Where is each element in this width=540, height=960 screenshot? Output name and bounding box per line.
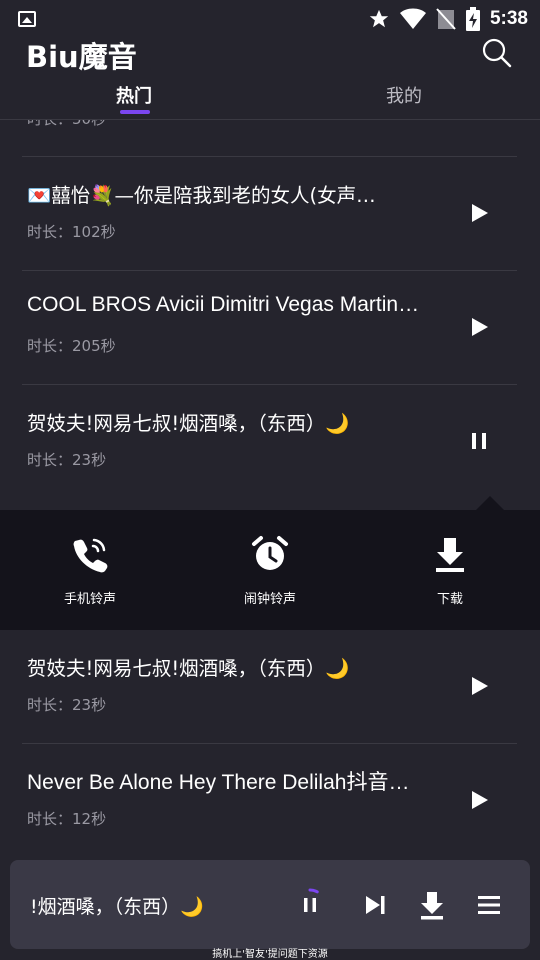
tab-indicator — [120, 110, 150, 114]
ringtone-list[interactable]: 时长：50秒 💌囍怡💐—你是陪我到老的女人(女声… 时长：102秒 COOL B… — [0, 120, 540, 860]
item-duration: 时长：102秒 — [27, 223, 116, 241]
tab-hot[interactable]: 热门 — [116, 82, 152, 108]
clock: 5:38 — [489, 8, 528, 29]
popup-caret — [476, 496, 504, 510]
list-item[interactable]: Never Be Alone Hey There Delilah抖音… 时长：1… — [22, 744, 517, 858]
item-duration: 时长：23秒 — [27, 696, 107, 714]
app-bar: Biu魔音 热门 我的 — [0, 38, 540, 120]
gallery-icon — [18, 11, 36, 27]
no-sim-icon — [436, 8, 456, 30]
list-item[interactable]: COOL BROS Avicii Dimitri Vegas Martin… 时… — [22, 271, 517, 385]
progress-arc — [308, 888, 319, 894]
now-playing-title: !烟酒嗓，（东西）🌙 — [30, 896, 204, 918]
app-title: Biu魔音 — [26, 40, 137, 74]
list-item-playing[interactable]: 贺妓夫!网易七叔!烟酒嗓，（东西）🌙 时长：23秒 — [22, 385, 517, 499]
set-alarm-ringtone-button[interactable]: 闹钟铃声 — [210, 534, 330, 607]
item-title: 💌囍怡💐—你是陪我到老的女人(女声… — [27, 184, 376, 207]
play-icon[interactable] — [468, 202, 490, 224]
menu-icon[interactable] — [472, 888, 506, 922]
mini-player[interactable]: !烟酒嗓，（东西）🌙 — [10, 860, 530, 949]
wifi-icon — [399, 8, 426, 29]
action-label: 手机铃声 — [63, 592, 116, 607]
play-icon[interactable] — [468, 316, 490, 338]
list-item[interactable]: 贺妓夫!网易七叔!烟酒嗓，（东西）🌙 时长：23秒 — [22, 630, 517, 744]
item-title: 贺妓夫!网易七叔!烟酒嗓，（东西）🌙 — [27, 657, 350, 680]
download-icon[interactable] — [415, 888, 449, 922]
item-title: COOL BROS Avicii Dimitri Vegas Martin… — [27, 293, 420, 316]
play-icon[interactable] — [468, 789, 490, 811]
item-duration: 时长：50秒 — [27, 120, 106, 129]
action-label: 闹钟铃声 — [243, 592, 296, 607]
item-title: Never Be Alone Hey There Delilah抖音… — [27, 771, 410, 794]
item-duration: 时长：205秒 — [27, 337, 116, 355]
list-item-partial[interactable]: 时长：50秒 — [22, 120, 517, 157]
item-title: 贺妓夫!网易七叔!烟酒嗓，（东西）🌙 — [27, 412, 350, 435]
phone-ringing-icon — [73, 538, 108, 573]
tab-mine[interactable]: 我的 — [386, 82, 422, 108]
watermark: 搞机上'智友'提问题下资源 — [212, 949, 328, 960]
action-popup: 手机铃声 闹钟铃声 下载 — [0, 510, 540, 630]
set-phone-ringtone-button[interactable]: 手机铃声 — [30, 534, 150, 607]
download-button[interactable]: 下载 — [390, 534, 510, 607]
list-item[interactable]: 💌囍怡💐—你是陪我到老的女人(女声… 时长：102秒 — [22, 157, 517, 271]
download-icon — [436, 538, 464, 572]
pause-icon[interactable] — [293, 888, 327, 922]
skip-next-icon[interactable] — [358, 888, 392, 922]
star-icon — [369, 9, 389, 28]
battery-charging-icon — [465, 7, 480, 31]
pause-icon[interactable] — [468, 430, 490, 452]
action-label: 下载 — [436, 592, 463, 607]
search-icon[interactable] — [480, 36, 514, 70]
play-icon[interactable] — [468, 675, 490, 697]
item-duration: 时长：12秒 — [27, 810, 107, 828]
status-bar: 5:38 — [0, 0, 540, 38]
item-duration: 时长：23秒 — [27, 451, 107, 469]
alarm-clock-icon — [252, 536, 288, 570]
